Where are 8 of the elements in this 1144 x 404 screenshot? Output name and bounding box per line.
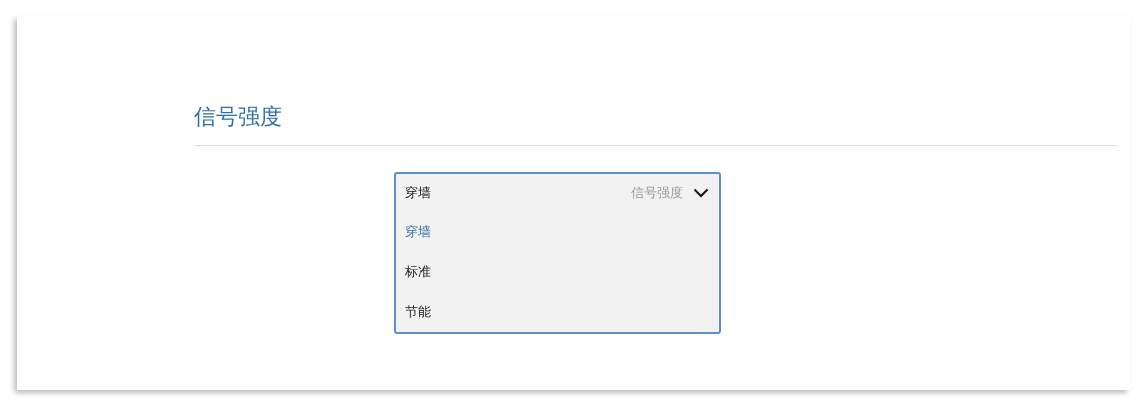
dropdown-option[interactable]: 标准 [396, 252, 431, 292]
dropdown-label: 信号强度 [631, 184, 683, 202]
dropdown-option[interactable]: 穿墙 [396, 212, 431, 252]
dropdown-option[interactable]: 节能 [396, 292, 431, 332]
section-title: 信号强度 [194, 103, 283, 131]
signal-strength-dropdown[interactable]: 穿墙 信号强度 穿墙 标准 节能 [394, 172, 721, 334]
chevron-icon[interactable] [693, 188, 709, 198]
selected-value: 穿墙 [405, 184, 431, 202]
